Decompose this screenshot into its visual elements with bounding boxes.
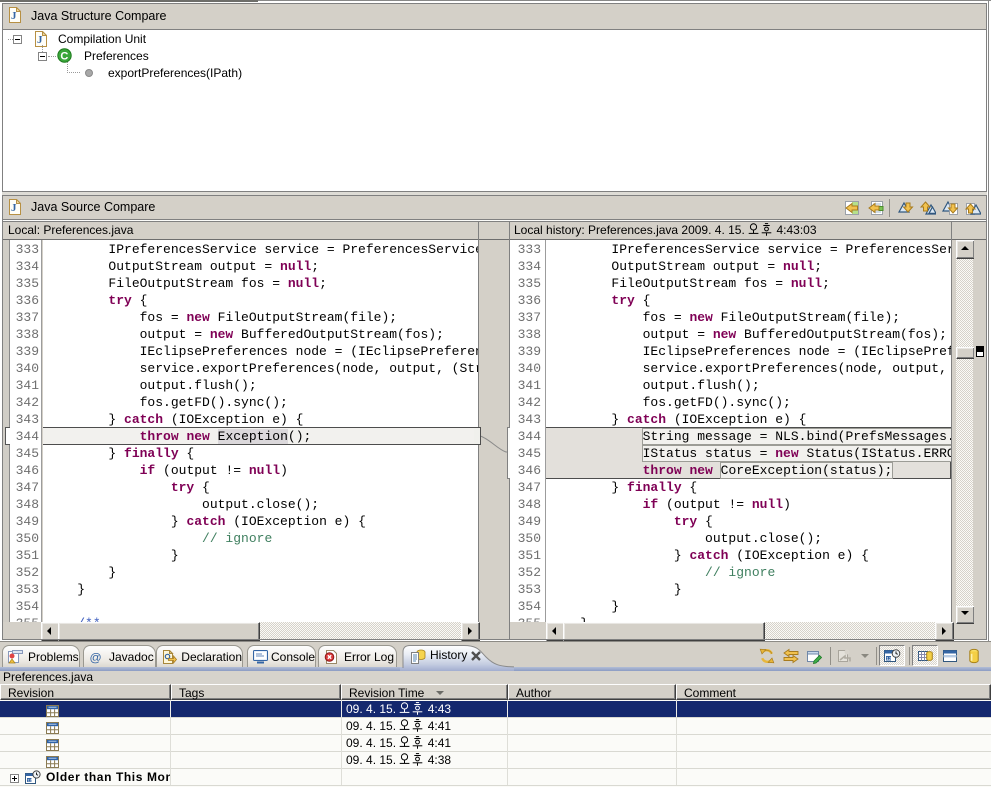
svg-text:@: @ — [90, 650, 102, 664]
svg-text:12: 12 — [886, 656, 892, 661]
svg-text:J: J — [11, 202, 17, 214]
svg-text:C: C — [60, 51, 68, 63]
svg-text:12: 12 — [27, 778, 32, 783]
svg-text:J: J — [11, 10, 17, 22]
